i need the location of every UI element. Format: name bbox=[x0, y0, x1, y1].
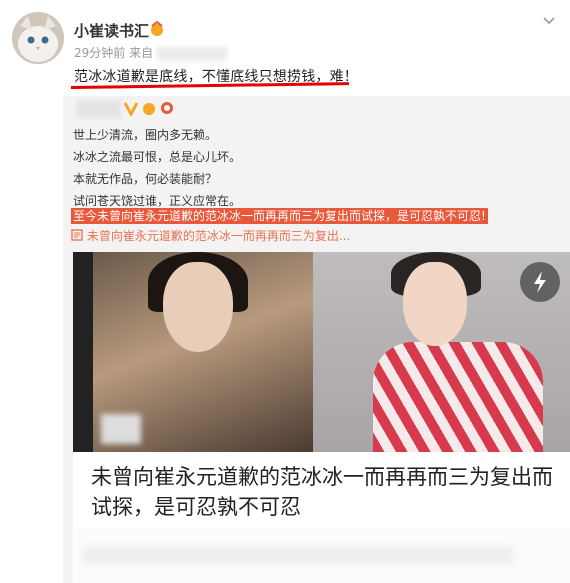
username[interactable]: 小崔读书汇 bbox=[74, 20, 149, 41]
v-verified-icon bbox=[123, 102, 139, 116]
chevron-down-icon[interactable] bbox=[542, 14, 556, 28]
article-card[interactable]: 未曾向崔永元道歉的范冰冰一而再再而三为复出而试探，是可忍孰不可忍 bbox=[73, 252, 570, 583]
lightning-icon bbox=[534, 271, 546, 293]
medal-icon bbox=[161, 102, 173, 114]
vip-badge-icon bbox=[143, 103, 155, 115]
highlighted-quote: 至今未曾向崔永元道歉的范冰冰一而再再而三为复出而试探，是可忍孰不可忍! 未曾向崔… bbox=[71, 206, 499, 246]
link-icon bbox=[71, 229, 83, 241]
highlighted-text: 至今未曾向崔永元道歉的范冰冰一而再再而三为复出而试探，是可忍孰不可忍! bbox=[71, 208, 488, 224]
avatar[interactable] bbox=[12, 12, 64, 64]
flash-button[interactable] bbox=[520, 262, 560, 302]
post-source-prefix: 来自 bbox=[129, 46, 154, 60]
repost-badges bbox=[123, 100, 175, 116]
repost-poem: 世上少清流，圈内多无赖。 冰冰之流最可恨，总是心儿坏。 本就无作品，何必装能耐？… bbox=[73, 124, 241, 212]
poem-line: 冰冰之流最可恨，总是心儿坏。 bbox=[73, 150, 242, 164]
article-title[interactable]: 未曾向崔永元道歉的范冰冰一而再再而三为复出而试探，是可忍孰不可忍 bbox=[91, 462, 561, 522]
face-shape bbox=[163, 262, 233, 352]
blurred-source bbox=[157, 46, 228, 61]
poem-line: 世上少清流，圈内多无赖。 bbox=[73, 128, 218, 142]
striped-shirt bbox=[373, 342, 543, 452]
blurred-repost-username bbox=[77, 100, 121, 118]
vip-badge-icon bbox=[151, 20, 163, 36]
article-photo[interactable] bbox=[73, 252, 570, 452]
post-time: 29分钟前 bbox=[74, 46, 126, 60]
article-link-text[interactable]: 未曾向崔 bbox=[87, 229, 135, 243]
cat-avatar-icon bbox=[12, 12, 64, 64]
poem-line: 本就无作品，何必装能耐？ bbox=[73, 172, 218, 186]
blurred-card-footer bbox=[73, 528, 570, 583]
post-meta: 29分钟前 来自 bbox=[74, 44, 228, 61]
post-header: 小崔读书汇 29分钟前 来自 范冰冰道歉是底线，不懂底线只想捞钱，难！ bbox=[0, 0, 570, 92]
blurred-watermark bbox=[101, 414, 141, 444]
repost-block[interactable]: 世上少清流，圈内多无赖。 冰冰之流最可恨，总是心儿坏。 本就无作品，何必装能耐？… bbox=[63, 96, 570, 583]
article-link[interactable]: 未曾向崔永元道歉的范冰冰一而再再而三为复出... bbox=[71, 229, 350, 243]
face-shape bbox=[403, 262, 467, 346]
article-link-continuation[interactable]: 永元道歉的范冰冰一而再再而三为复出... bbox=[135, 229, 350, 243]
